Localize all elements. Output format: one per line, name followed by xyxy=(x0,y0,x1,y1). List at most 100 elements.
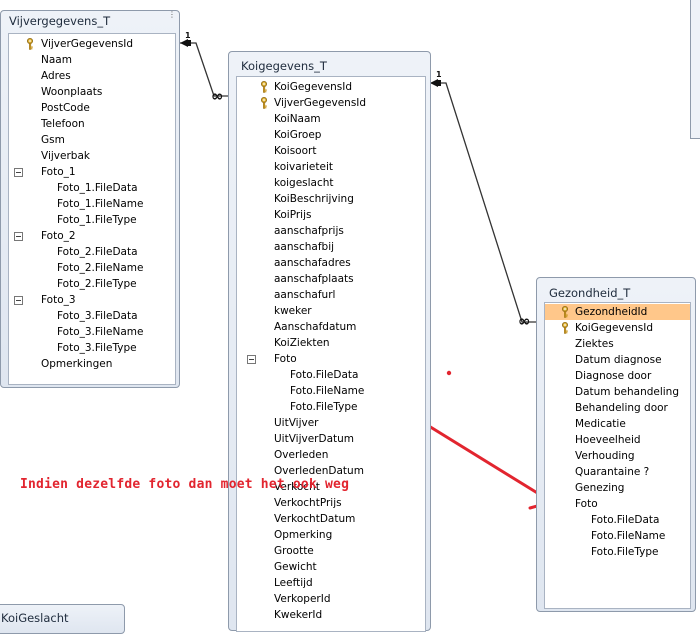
key-icon xyxy=(561,322,569,334)
field-row[interactable]: Overleden xyxy=(237,447,425,463)
table-vijvergegevens[interactable]: Vijvergegevens_T ⋮ VijverGegevensId Naam A… xyxy=(0,10,180,388)
field-row[interactable]: Foto_3.FileName xyxy=(9,324,175,340)
field-row[interactable]: VijverGegevensId xyxy=(9,36,175,52)
field-row[interactable]: KoiPrijs xyxy=(237,207,425,223)
field-row[interactable]: aanschafplaats xyxy=(237,271,425,287)
field-label: Foto.FileName xyxy=(290,385,365,397)
field-row[interactable]: aanschafurl xyxy=(237,287,425,303)
relationship-koi-gezondheid[interactable] xyxy=(430,79,536,323)
many-label: ∞ xyxy=(211,87,224,105)
field-row[interactable]: Foto_1.FileData xyxy=(9,180,175,196)
field-row[interactable]: GezondheidId xyxy=(545,304,690,320)
field-row[interactable]: Hoeveelheid xyxy=(545,432,690,448)
field-row[interactable]: Leeftijd xyxy=(237,575,425,591)
field-row[interactable]: UitVijverDatum xyxy=(237,431,425,447)
field-row[interactable]: koigeslacht xyxy=(237,175,425,191)
field-row[interactable]: Naam xyxy=(9,52,175,68)
field-row[interactable]: Foto.FileData xyxy=(237,367,425,383)
field-label: KoiGegevensId xyxy=(575,322,653,334)
field-row[interactable]: Foto_1.FileType xyxy=(9,212,175,228)
field-row[interactable]: aanschafadres xyxy=(237,255,425,271)
field-label: Gsm xyxy=(41,134,65,146)
field-row[interactable]: Foto_3 xyxy=(9,292,175,308)
collapse-minus-icon[interactable] xyxy=(14,232,23,241)
field-row[interactable]: Opmerking xyxy=(237,527,425,543)
field-label: Gewicht xyxy=(274,561,317,573)
field-row[interactable]: KoiGegevensId xyxy=(545,320,690,336)
field-label: Foto_3.FileName xyxy=(57,326,144,338)
field-row[interactable]: Behandeling door xyxy=(545,400,690,416)
field-row[interactable]: Vijverbak xyxy=(9,148,175,164)
field-row[interactable]: Gsm xyxy=(9,132,175,148)
field-row[interactable]: koivarieteit xyxy=(237,159,425,175)
field-row[interactable]: Foto.FileData xyxy=(545,512,690,528)
field-row[interactable]: Foto_2.FileName xyxy=(9,260,175,276)
field-row[interactable]: Quarantaine ? xyxy=(545,464,690,480)
field-row[interactable]: VerkoperId xyxy=(237,591,425,607)
field-row[interactable]: Koisoort xyxy=(237,143,425,159)
field-row[interactable]: KoiZiekten xyxy=(237,335,425,351)
field-row[interactable]: Foto_3.FileData xyxy=(9,308,175,324)
field-row[interactable]: Woonplaats xyxy=(9,84,175,100)
field-label: koivarieteit xyxy=(274,161,334,173)
field-row[interactable]: Foto xyxy=(545,496,690,512)
field-row[interactable]: aanschafbij xyxy=(237,239,425,255)
field-row[interactable]: Verhouding xyxy=(545,448,690,464)
field-row[interactable]: Foto_2.FileType xyxy=(9,276,175,292)
field-row[interactable]: VerkochtPrijs xyxy=(237,495,425,511)
field-label: Leeftijd xyxy=(274,577,313,589)
field-row[interactable]: Ziektes xyxy=(545,336,690,352)
field-row[interactable]: Adres xyxy=(9,68,175,84)
field-label: Foto_3.FileData xyxy=(57,310,138,322)
field-label: UitVijverDatum xyxy=(274,433,355,445)
field-row[interactable]: KwekerId xyxy=(237,607,425,623)
field-row[interactable]: Grootte xyxy=(237,543,425,559)
relationship-vijver-koi[interactable] xyxy=(180,39,228,97)
field-row[interactable]: kweker xyxy=(237,303,425,319)
collapse-minus-icon[interactable] xyxy=(14,168,23,177)
field-label: Foto_2 xyxy=(41,230,76,242)
field-label: Foto.FileType xyxy=(290,401,358,413)
field-row[interactable]: Datum diagnose xyxy=(545,352,690,368)
field-row[interactable]: Telefoon xyxy=(9,116,175,132)
field-row[interactable]: KoiNaam xyxy=(237,111,425,127)
field-label: Opmerkingen xyxy=(41,358,113,370)
field-label: aanschafurl xyxy=(274,289,336,301)
collapse-minus-icon[interactable] xyxy=(247,355,256,364)
collapse-minus-icon[interactable] xyxy=(14,296,23,305)
field-row[interactable]: KoiGegevensId xyxy=(237,79,425,95)
field-row[interactable]: Opmerkingen xyxy=(9,356,175,372)
field-row[interactable]: Foto_1.FileName xyxy=(9,196,175,212)
field-row[interactable]: VijverGegevensId xyxy=(237,95,425,111)
field-row[interactable]: Medicatie xyxy=(545,416,690,432)
field-row[interactable]: Foto_1 xyxy=(9,164,175,180)
table-koigeslacht[interactable]: KoiGeslacht xyxy=(0,604,125,634)
field-row[interactable]: Foto.FileName xyxy=(545,528,690,544)
field-row[interactable]: KoiGroep xyxy=(237,127,425,143)
field-row[interactable]: KoiBeschrijving xyxy=(237,191,425,207)
field-row[interactable]: UitVijver xyxy=(237,415,425,431)
field-row[interactable]: aanschafprijs xyxy=(237,223,425,239)
field-row[interactable]: Gewicht xyxy=(237,559,425,575)
field-label: KoiPrijs xyxy=(274,209,312,221)
field-label: Koisoort xyxy=(274,145,317,157)
field-row[interactable]: Diagnose door xyxy=(545,368,690,384)
field-row[interactable]: Foto_2.FileData xyxy=(9,244,175,260)
field-row[interactable]: PostCode xyxy=(9,100,175,116)
field-row[interactable]: Foto.FileType xyxy=(237,399,425,415)
field-label: KoiNaam xyxy=(274,113,321,125)
scroll-up-icon[interactable]: ⋮ xyxy=(168,10,176,19)
field-row[interactable]: Aanschafdatum xyxy=(237,319,425,335)
field-row[interactable]: Foto_3.FileType xyxy=(9,340,175,356)
field-row[interactable]: Foto xyxy=(237,351,425,367)
field-row[interactable]: Genezing xyxy=(545,480,690,496)
field-row[interactable]: Datum behandeling xyxy=(545,384,690,400)
field-row[interactable]: Foto_2 xyxy=(9,228,175,244)
field-row[interactable]: Foto.FileType xyxy=(545,544,690,560)
field-row[interactable]: Foto.FileName xyxy=(237,383,425,399)
table-koigegevens[interactable]: Koigegevens_T KoiGegevensId VijverGegeven… xyxy=(228,51,431,632)
field-label: Foto_2.FileName xyxy=(57,262,144,274)
field-label: Vijverbak xyxy=(41,150,90,162)
field-row[interactable]: VerkochtDatum xyxy=(237,511,425,527)
table-gezondheid[interactable]: Gezondheid_T GezondheidId KoiGegevensId Zi… xyxy=(536,277,696,612)
